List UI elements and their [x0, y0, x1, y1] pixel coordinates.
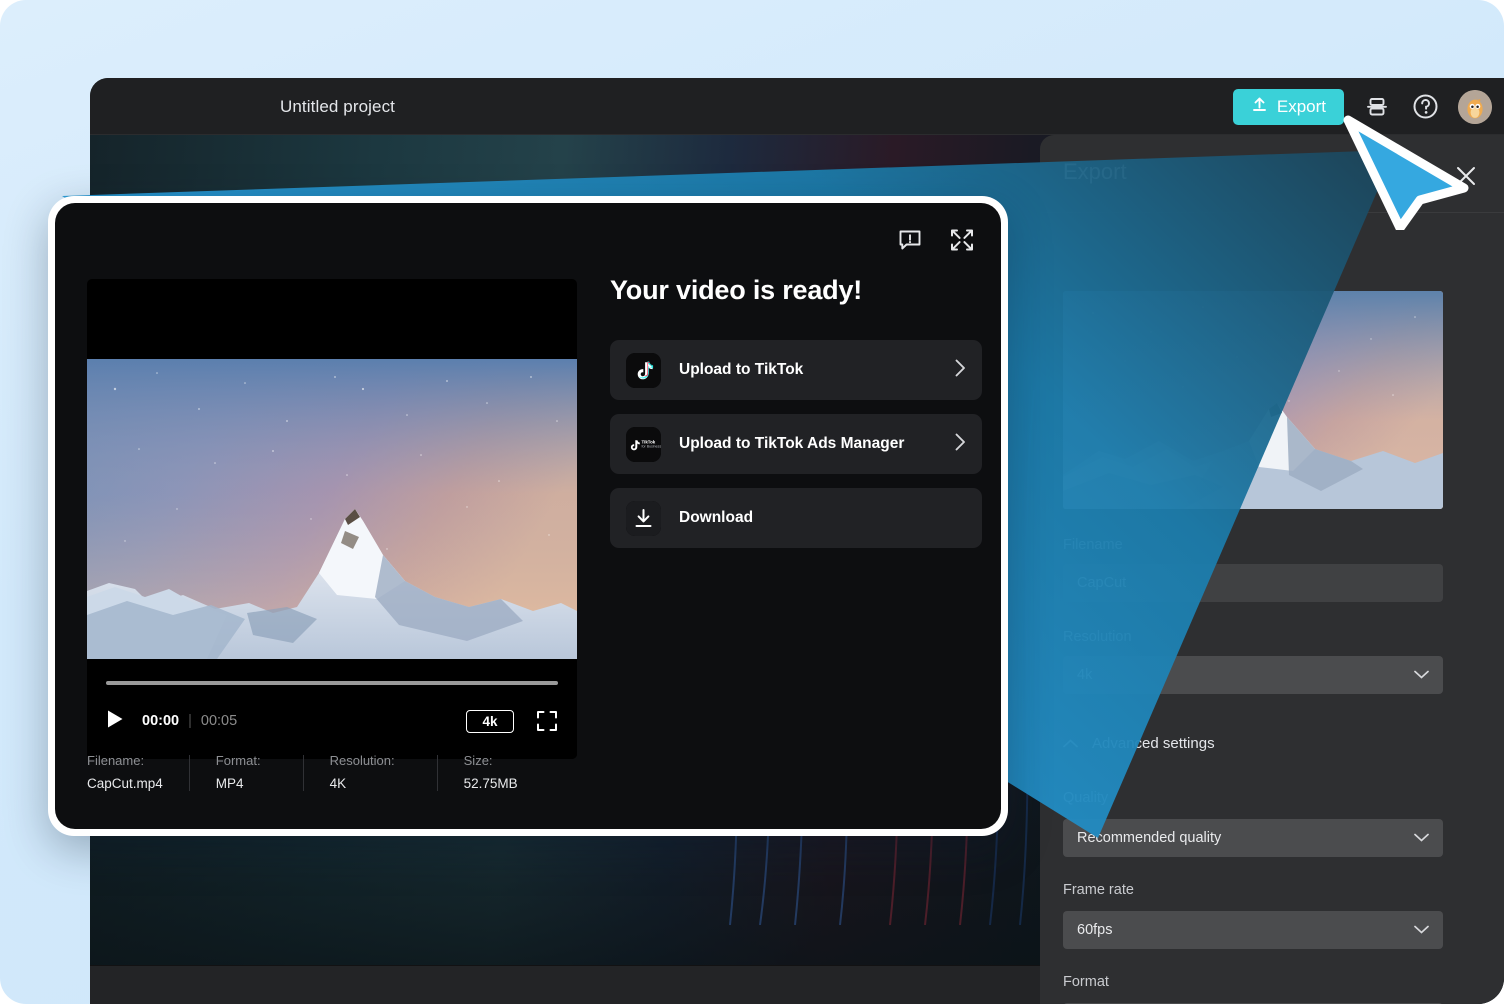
framerate-select[interactable]: 60fps	[1063, 911, 1443, 949]
project-title[interactable]: Untitled project	[280, 78, 395, 135]
scrubber-track[interactable]	[106, 681, 558, 685]
filename-label: Filename	[1063, 537, 1123, 553]
meta-value: 4K	[329, 776, 347, 791]
export-button-label: Export	[1276, 96, 1326, 116]
video-player: 00:00 | 00:05 4k	[87, 279, 577, 759]
dialog-actions-column: Your video is ready! Upload to TikTok Ti…	[610, 275, 982, 548]
download-icon	[626, 500, 661, 536]
svg-text:for Business: for Business	[642, 444, 662, 448]
quality-value: Recommended quality	[1077, 830, 1222, 846]
resolution-select[interactable]: 4k	[1063, 656, 1443, 694]
meta-item: Resolution: 4K	[330, 753, 421, 791]
action-label: Download	[679, 509, 754, 526]
chevron-down-icon	[1414, 667, 1429, 683]
advanced-settings-toggle[interactable]: Advanced settings	[1063, 735, 1215, 752]
meta-item: Size: 52.75MB	[464, 753, 544, 791]
meta-divider	[188, 755, 190, 791]
fullscreen-icon[interactable]	[536, 710, 558, 732]
framerate-value: 60fps	[1077, 922, 1113, 938]
action-label: Upload to TikTok	[679, 361, 804, 378]
download-button[interactable]: Download	[610, 488, 982, 548]
filename-input[interactable]: CapCut	[1063, 564, 1443, 602]
meta-key: Format:	[215, 753, 261, 768]
advanced-settings-label: Advanced settings	[1092, 735, 1215, 752]
current-time: 00:00	[142, 713, 180, 729]
file-metadata: Filename: CapCut.mp4 Format: MP4 Resolut…	[87, 753, 544, 791]
export-side-panel: Export Filename CapCut Resolution 4k Adv…	[1040, 135, 1504, 1004]
duration: 00:05	[200, 713, 238, 729]
meta-divider	[436, 755, 438, 791]
player-control-row: 00:00 | 00:05 4k	[106, 703, 558, 739]
editor-timeline[interactable]	[90, 965, 1050, 1004]
collapse-icon[interactable]	[949, 227, 975, 253]
chevron-right-icon	[955, 359, 966, 382]
player-controls: 00:00 | 00:05 4k	[87, 665, 577, 759]
meta-key: Resolution:	[329, 753, 395, 768]
filename-value: CapCut	[1077, 575, 1127, 591]
page-root: Export Filename CapCut Resolution 4k Adv…	[0, 0, 1504, 1004]
feedback-bubble-icon[interactable]	[897, 227, 923, 253]
upload-to-tiktok-button[interactable]: Upload to TikTok	[610, 340, 982, 400]
meta-value: 52.75MB	[463, 776, 518, 791]
upload-arrow-icon	[1251, 96, 1268, 118]
export-button[interactable]: Export	[1232, 88, 1344, 125]
time-separator: |	[188, 713, 192, 729]
chevron-right-icon	[955, 433, 966, 456]
app-topbar: Untitled project Export	[90, 78, 1504, 135]
tiktok-for-business-icon: TikTok for Business	[626, 426, 662, 462]
quality-select[interactable]: Recommended quality	[1063, 819, 1443, 857]
tiktok-icon	[626, 352, 661, 388]
play-icon[interactable]	[106, 709, 124, 734]
meta-value: MP4	[215, 776, 244, 791]
framerate-label: Frame rate	[1063, 882, 1134, 898]
resolution-value: 4k	[1077, 667, 1093, 683]
export-preview-thumbnail	[1063, 291, 1443, 509]
meta-key: Filename:	[87, 753, 145, 768]
action-label: Upload to TikTok Ads Manager	[679, 435, 905, 452]
export-ready-dialog: 00:00 | 00:05 4k Your video is ready! Up…	[48, 196, 1008, 836]
export-panel-title: Export	[1063, 159, 1127, 184]
upload-to-tiktok-ads-manager-button[interactable]: TikTok for Business Upload to TikTok Ads…	[610, 414, 982, 474]
meta-value: CapCut.mp4	[87, 776, 163, 791]
meta-item: Format: MP4	[216, 753, 287, 791]
quality-chip[interactable]: 4k	[466, 709, 514, 733]
chevron-down-icon	[1414, 830, 1429, 846]
resolution-label: Resolution	[1063, 629, 1132, 645]
dialog-heading: Your video is ready!	[610, 275, 863, 305]
meta-item: Filename: CapCut.mp4	[87, 753, 189, 791]
quality-label: Quality	[1063, 790, 1109, 806]
format-label: Format	[1063, 974, 1109, 990]
chevron-down-icon	[1414, 922, 1429, 938]
video-frame[interactable]	[87, 359, 577, 659]
meta-divider	[302, 755, 304, 791]
dialog-tools	[897, 227, 975, 253]
meta-key: Size:	[463, 753, 493, 768]
mouse-cursor	[1342, 112, 1474, 233]
chevron-up-icon	[1063, 735, 1078, 752]
